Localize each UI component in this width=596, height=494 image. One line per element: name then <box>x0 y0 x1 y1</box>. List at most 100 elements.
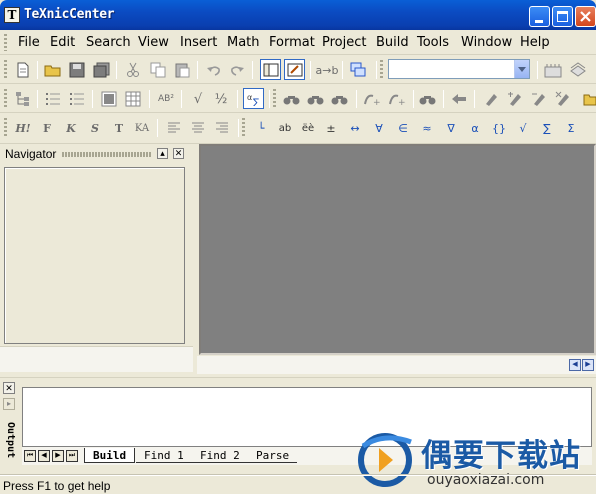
tab-first-button[interactable]: ⏮ <box>24 450 36 462</box>
editor-area[interactable] <box>199 144 596 355</box>
fraction-icon[interactable]: ½ <box>212 90 230 108</box>
open-folder-icon[interactable] <box>44 61 62 79</box>
bookmark-next-icon[interactable]: ++ <box>363 90 381 108</box>
math-symbol-2-icon[interactable]: ëè <box>299 119 317 137</box>
close-window-button[interactable] <box>575 6 596 27</box>
menu-project[interactable]: Project <box>322 35 366 50</box>
math-symbol-11-icon[interactable]: √ <box>514 119 532 137</box>
align-right-icon[interactable] <box>213 119 231 137</box>
pen-minus-icon[interactable] <box>530 90 548 108</box>
math-symbol-1-icon[interactable]: ab <box>276 119 294 137</box>
math-symbol-4-icon[interactable]: ↔ <box>346 119 364 137</box>
editor-horizontal-scrollbar[interactable]: ◀ ▶ <box>197 356 596 374</box>
math-symbol-icon[interactable]: α ∑ <box>243 88 264 109</box>
slanted-icon[interactable]: S <box>86 119 104 137</box>
math-symbol-9-icon[interactable]: α <box>466 119 484 137</box>
binoculars-icon[interactable] <box>419 90 437 108</box>
toolbar-grip[interactable] <box>242 118 245 138</box>
menu-tools[interactable]: Tools <box>417 35 449 50</box>
header-format-icon[interactable]: H! <box>14 119 32 137</box>
compile-ab-icon[interactable]: a→b <box>316 61 339 79</box>
pen-plus-icon[interactable] <box>506 90 524 108</box>
scroll-left-button[interactable]: ◀ <box>569 359 581 371</box>
redo-icon[interactable] <box>228 61 246 79</box>
save-icon[interactable] <box>68 61 86 79</box>
chevron-down-icon[interactable] <box>514 60 529 78</box>
small-caps-icon[interactable]: KA <box>133 119 151 137</box>
math-symbol-12-icon[interactable]: ∑ <box>538 119 556 137</box>
math-symbol-6-icon[interactable]: ∈ <box>394 119 412 137</box>
align-center-icon[interactable] <box>189 119 207 137</box>
navigator-close-button[interactable]: ✕ <box>173 148 184 159</box>
toolbar-grip[interactable] <box>4 60 7 80</box>
bold-icon[interactable]: F <box>38 119 56 137</box>
tab-next-button[interactable]: ▶ <box>52 450 64 462</box>
output-close-button[interactable]: ✕ <box>3 382 15 394</box>
tab-find-2[interactable]: Find 2 <box>192 448 248 463</box>
paste-icon[interactable] <box>173 61 191 79</box>
build-icon[interactable] <box>544 61 562 79</box>
menu-insert[interactable]: Insert <box>180 35 217 50</box>
menubar-grip[interactable] <box>4 34 7 51</box>
title-bar[interactable]: T TeXnicCenter <box>0 0 596 30</box>
toolbar-grip[interactable] <box>4 118 7 138</box>
tab-find-1[interactable]: Find 1 <box>136 448 192 463</box>
menu-file[interactable]: File <box>18 35 40 50</box>
align-left-icon[interactable] <box>165 119 183 137</box>
tab-last-button[interactable]: ⏭ <box>66 450 78 462</box>
menu-format[interactable]: Format <box>269 35 315 50</box>
find-next-icon[interactable] <box>307 90 325 108</box>
menu-build[interactable]: Build <box>376 35 409 50</box>
tab-parse[interactable]: Parse <box>248 448 298 463</box>
navigator-toggle-icon[interactable] <box>260 59 281 80</box>
math-symbol-10-icon[interactable]: {} <box>490 119 508 137</box>
new-document-icon[interactable] <box>14 61 32 79</box>
math-symbol-8-icon[interactable]: ∇ <box>442 119 460 137</box>
cut-icon[interactable] <box>124 61 142 79</box>
math-symbol-0-icon[interactable]: └ <box>252 119 270 137</box>
menu-search[interactable]: Search <box>86 35 131 50</box>
table-icon[interactable] <box>100 90 118 108</box>
view-output-icon[interactable] <box>569 61 587 79</box>
minimize-button[interactable] <box>529 6 550 27</box>
output-pin-button[interactable]: ▸ <box>3 398 15 410</box>
typewriter-icon[interactable]: T <box>110 119 128 137</box>
pen-icon[interactable] <box>482 90 500 108</box>
toolbar-grip[interactable] <box>4 89 7 109</box>
tabular-icon[interactable] <box>124 90 142 108</box>
find-icon[interactable] <box>283 90 301 108</box>
navigator-tree[interactable] <box>4 167 185 344</box>
italic-icon[interactable]: K <box>62 119 80 137</box>
navigator-collapse-button[interactable]: ▴ <box>157 148 168 159</box>
menu-help[interactable]: Help <box>520 35 550 50</box>
undo-icon[interactable] <box>205 61 223 79</box>
math-symbol-3-icon[interactable]: ± <box>322 119 340 137</box>
menu-math[interactable]: Math <box>227 35 260 50</box>
sqrt-icon[interactable]: √ <box>189 90 207 108</box>
arrow-left-icon[interactable] <box>450 90 468 108</box>
output-toggle-icon[interactable] <box>284 59 305 80</box>
tab-prev-button[interactable]: ◀ <box>38 450 50 462</box>
pen-clear-icon[interactable] <box>554 90 572 108</box>
math-symbol-5-icon[interactable]: ∀ <box>370 119 388 137</box>
save-all-icon[interactable] <box>93 61 111 79</box>
copy-icon[interactable] <box>149 61 167 79</box>
scroll-right-button[interactable]: ▶ <box>582 359 594 371</box>
output-profile-select[interactable] <box>388 59 530 79</box>
enumerate-icon[interactable] <box>68 90 86 108</box>
list-icon[interactable] <box>44 90 62 108</box>
navigator-tab-strip[interactable] <box>0 346 193 372</box>
toolbar-grip[interactable] <box>273 89 276 109</box>
menu-view[interactable]: View <box>138 35 169 50</box>
superscript-icon[interactable]: AB² <box>155 90 177 108</box>
tab-build[interactable]: Build <box>84 448 136 463</box>
navigator-grip[interactable] <box>62 152 152 157</box>
math-symbol-7-icon[interactable]: ≈ <box>418 119 436 137</box>
menu-window[interactable]: Window <box>461 35 512 50</box>
app-icon[interactable]: T <box>4 7 20 23</box>
math-symbol-13-icon[interactable]: Σ <box>562 119 580 137</box>
window-switch-icon[interactable] <box>349 61 367 79</box>
structure-icon[interactable] <box>14 90 32 108</box>
toolbar-grip[interactable] <box>380 60 383 80</box>
find-prev-icon[interactable] <box>331 90 349 108</box>
